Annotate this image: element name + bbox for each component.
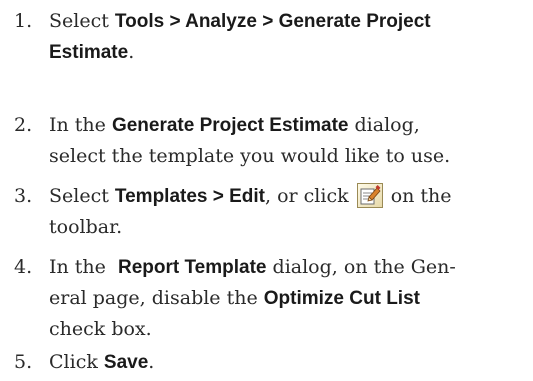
plain-text: .: [148, 351, 155, 373]
menu-path: Estimate: [49, 42, 129, 63]
plain-text: Select: [49, 185, 115, 207]
plain-text: In the: [49, 114, 112, 136]
plain-text: Click: [49, 351, 104, 373]
step-number: 2.: [14, 114, 33, 136]
step-line: toolbar.: [49, 212, 531, 243]
plain-text: eral page, disable the: [49, 287, 264, 309]
step-line: Select Tools > Analyze > Generate Projec…: [49, 6, 531, 37]
step-number: 1.: [14, 10, 33, 32]
dialog-name: Report Template: [117, 257, 267, 278]
step-line: In the Generate Project Estimate dialog,: [49, 110, 531, 141]
step-line: Estimate.: [49, 37, 531, 68]
option-name: Optimize Cut List: [263, 288, 420, 309]
step-text: Click Save.: [49, 347, 531, 378]
plain-text: dialog, on the Gen-: [266, 256, 456, 278]
plain-text: dialog,: [348, 114, 420, 136]
edit-template-icon: [356, 183, 383, 208]
step-text: In the Report Template dialog, on the Ge…: [49, 252, 531, 345]
plain-text: toolbar.: [49, 216, 123, 238]
step-number: 3.: [14, 185, 33, 207]
step-line: Select Templates > Edit, or click on the: [49, 181, 531, 212]
plain-text: .: [128, 41, 135, 63]
step-line: select the template you would like to us…: [49, 141, 531, 172]
step-number: 4.: [14, 256, 33, 278]
step-text: Select Tools > Analyze > Generate Projec…: [49, 6, 531, 68]
plain-text: on the: [384, 185, 452, 207]
button-name: Save: [103, 352, 149, 373]
plain-text: , or click: [265, 185, 355, 207]
plain-text: In the: [49, 256, 118, 278]
step-text: Select Templates > Edit, or click on the…: [49, 181, 531, 243]
step-line: check box.: [49, 314, 531, 345]
step-line: Click Save.: [49, 347, 531, 378]
step-line: In the Report Template dialog, on the Ge…: [49, 252, 531, 283]
step-number: 5.: [14, 351, 33, 373]
menu-path: Tools > Analyze > Generate Project: [114, 11, 431, 32]
dialog-name: Generate Project Estimate: [111, 115, 349, 136]
step-text: In the Generate Project Estimate dialog,…: [49, 110, 531, 172]
plain-text: Select: [49, 10, 115, 32]
step-line: eral page, disable the Optimize Cut List: [49, 283, 531, 314]
plain-text: select the template you would like to us…: [49, 145, 451, 167]
plain-text: check box.: [49, 318, 152, 340]
menu-path: Templates > Edit: [114, 186, 266, 207]
